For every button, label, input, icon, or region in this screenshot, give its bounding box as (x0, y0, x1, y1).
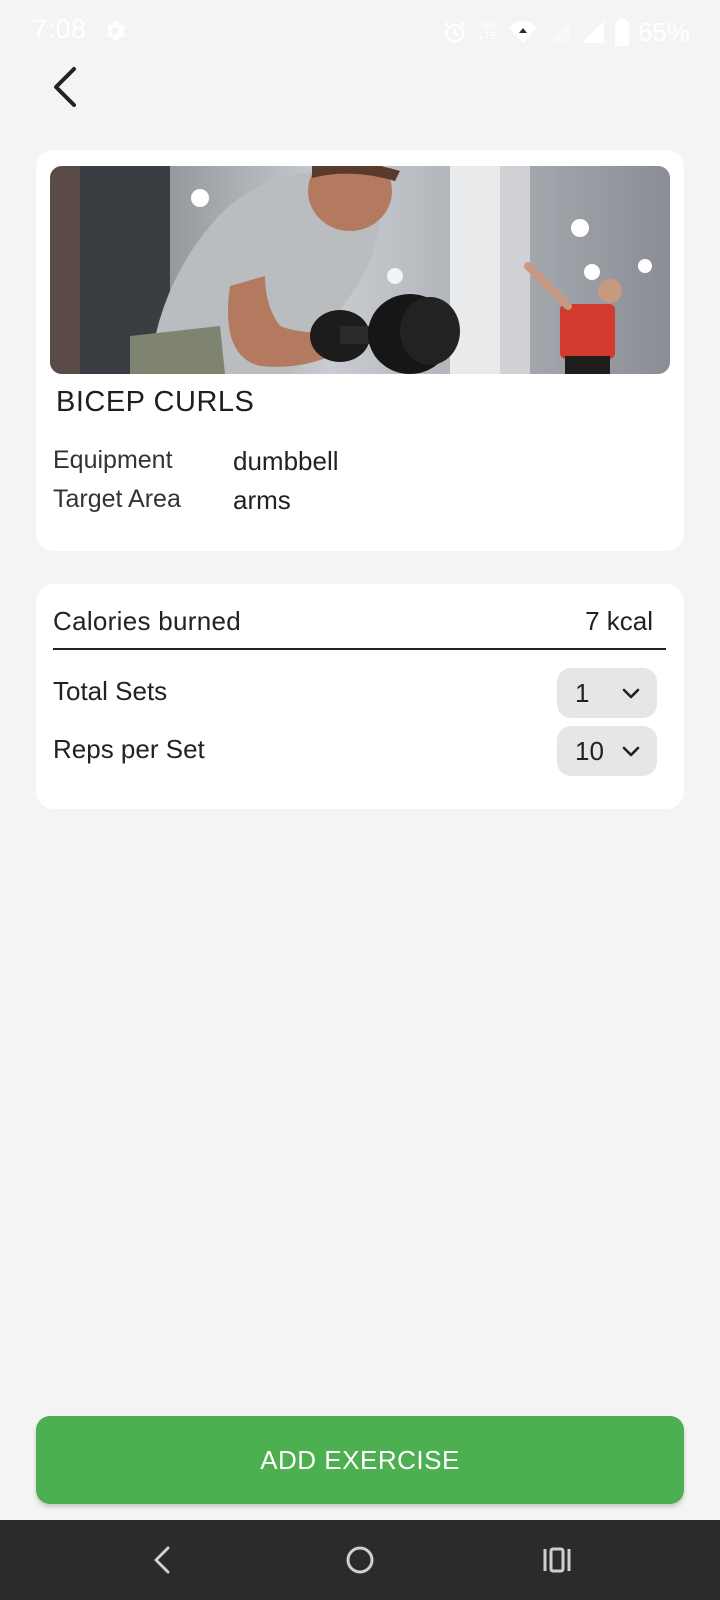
nav-home-icon (346, 1546, 374, 1574)
system-navigation-bar (0, 1520, 720, 1600)
nav-recents-icon (543, 1547, 571, 1573)
alarm-icon (442, 19, 468, 45)
reps-per-set-dropdown[interactable]: 10 (557, 726, 657, 776)
target-area-value: arms (233, 485, 291, 515)
settings-gear-icon (102, 18, 128, 44)
total-sets-dropdown[interactable]: 1 (557, 668, 657, 718)
status-icons: Vo) LTE 65% (442, 16, 690, 48)
back-arrow-icon (54, 67, 76, 107)
equipment-label: Equipment (53, 446, 173, 474)
total-sets-value: 1 (575, 678, 590, 708)
nav-recents-button[interactable] (537, 1540, 577, 1580)
reps-per-set-label: Reps per Set (53, 734, 205, 764)
exercise-image (50, 166, 670, 374)
add-exercise-button[interactable]: ADD EXERCISE (36, 1416, 684, 1504)
battery-percentage: 65% (637, 16, 690, 47)
status-bar: 7:08 Vo) LTE 65% (0, 0, 720, 64)
chevron-down-icon (622, 746, 640, 757)
signal-dim-icon (546, 19, 572, 45)
battery-icon (614, 18, 630, 46)
calories-label: Calories burned (53, 606, 242, 636)
exercise-info-card: BICEP CURLS Equipment dumbbell Target Ar… (36, 150, 684, 551)
status-time: 7:08 (32, 14, 87, 44)
target-area-label: Target Area (53, 485, 181, 513)
exercise-title: BICEP CURLS (56, 386, 255, 418)
calories-row: Calories burned 7 kcal (53, 606, 653, 648)
volte-indicator: Vo) LTE (479, 21, 497, 42)
chevron-down-icon (622, 688, 640, 699)
total-sets-label: Total Sets (53, 676, 168, 706)
nav-back-icon (154, 1546, 170, 1574)
back-button[interactable] (40, 62, 90, 112)
nav-home-button[interactable] (340, 1540, 380, 1580)
calories-value: 7 kcal (585, 606, 653, 636)
reps-per-set-value: 10 (575, 736, 604, 766)
exercise-stats-card: Calories burned 7 kcal Total Sets 1 Reps… (36, 584, 684, 809)
nav-back-button[interactable] (142, 1540, 182, 1580)
wifi-icon (508, 19, 538, 45)
signal-icon (580, 19, 606, 45)
equipment-value: dumbbell (233, 446, 339, 476)
divider (53, 648, 666, 650)
